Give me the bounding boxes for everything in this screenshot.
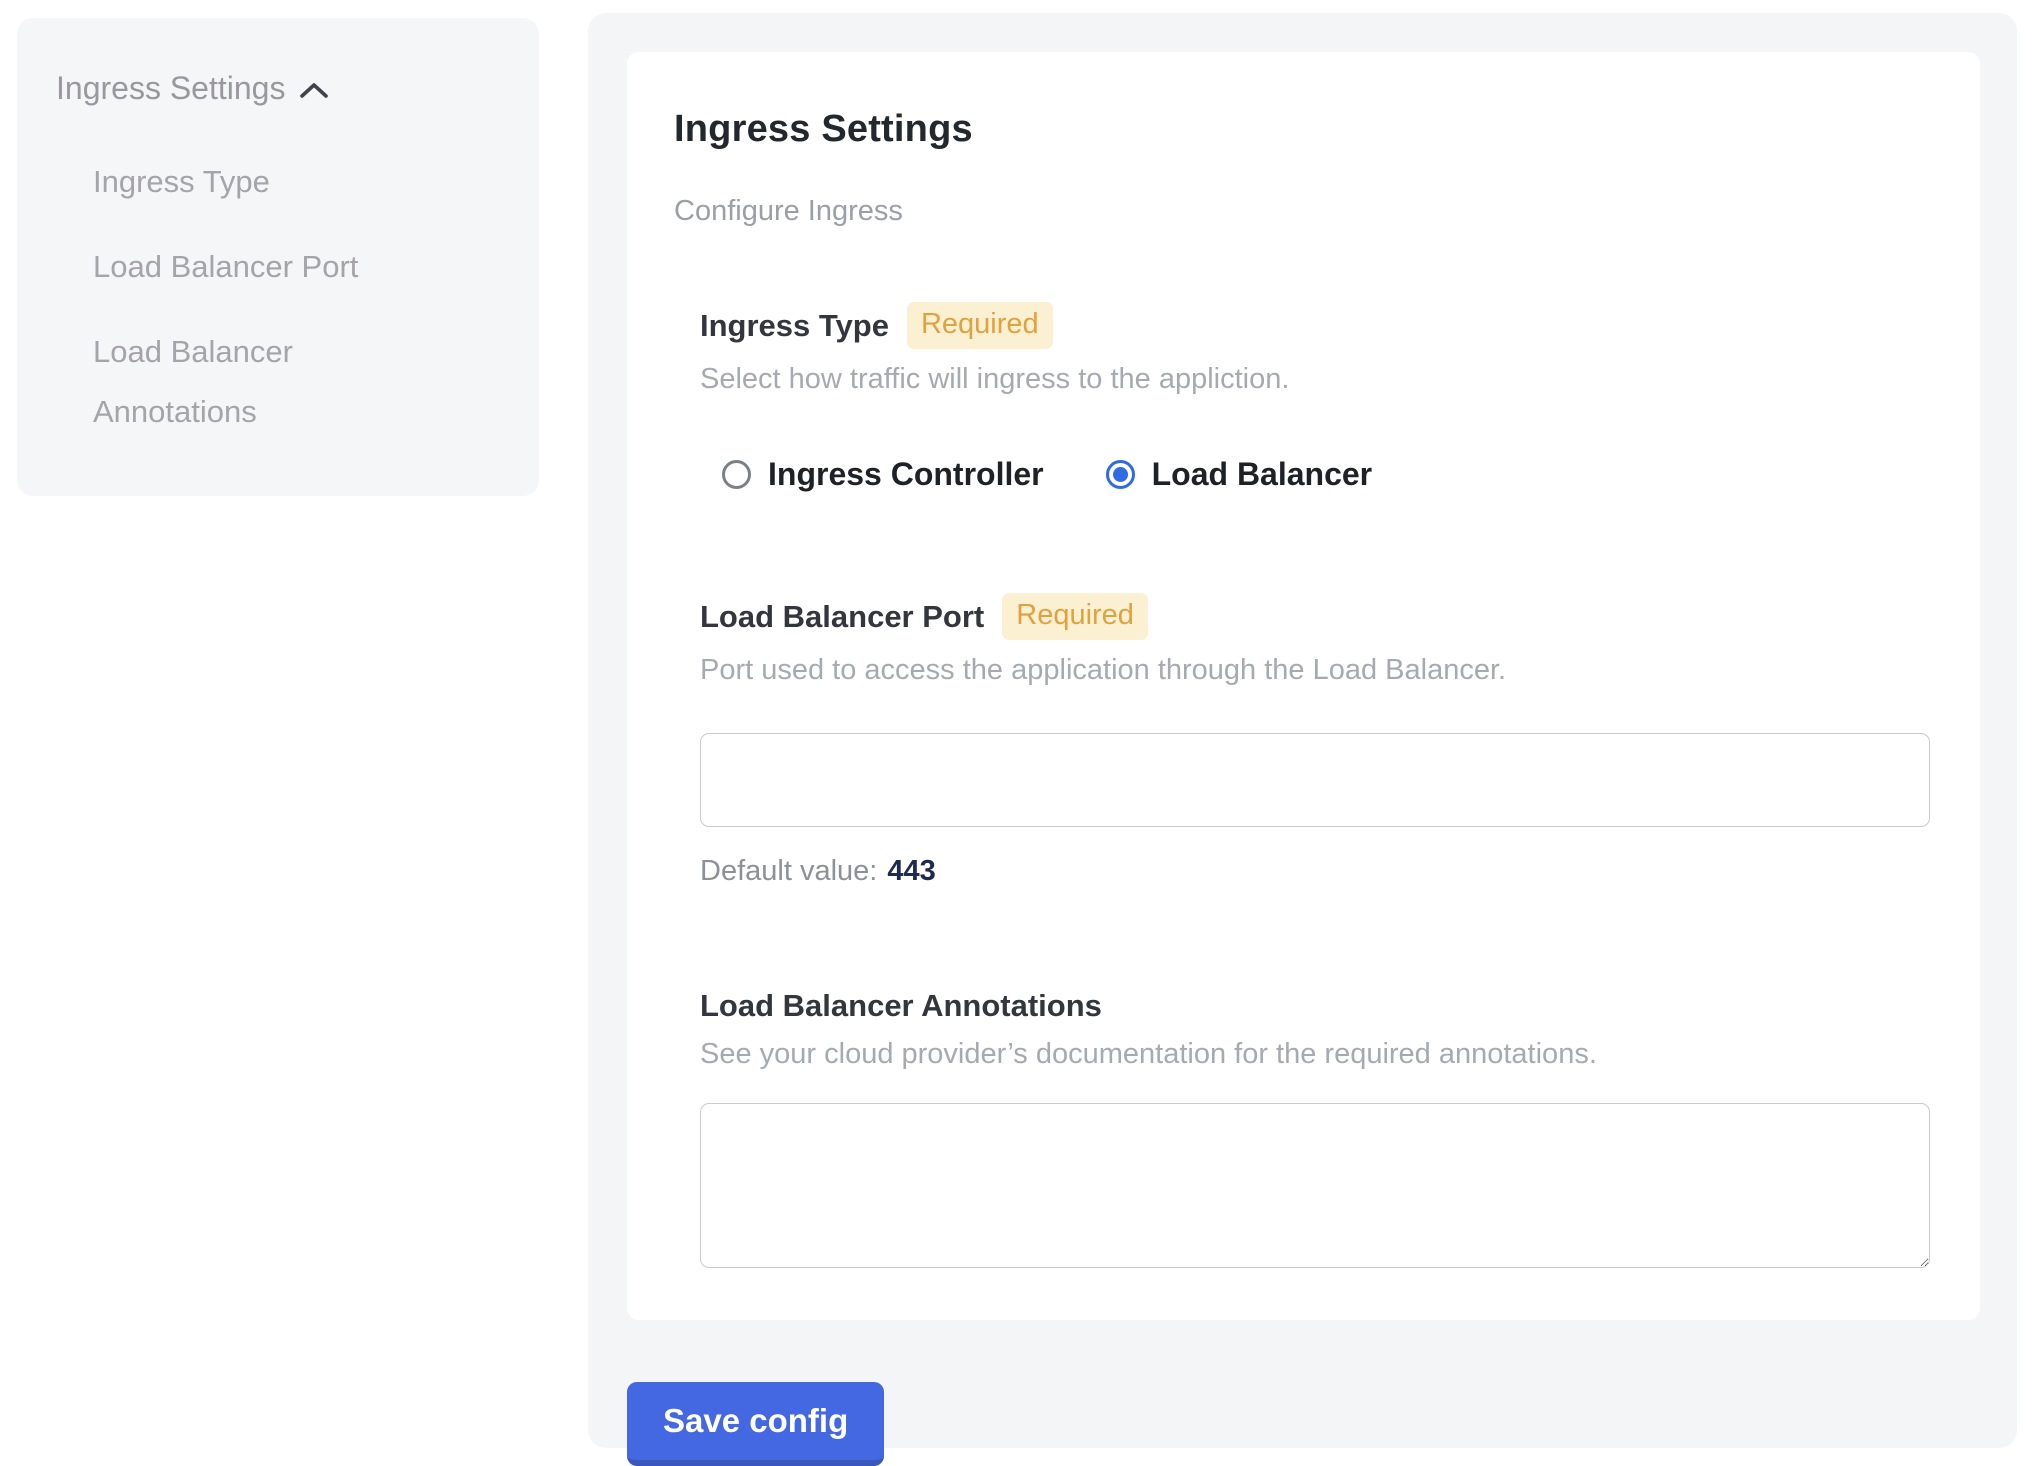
sidebar-item-load-balancer-annotations[interactable]: Load Balancer Annotations xyxy=(93,322,423,442)
radio-circle-icon xyxy=(722,460,751,489)
radio-label: Load Balancer xyxy=(1152,456,1373,493)
ingress-type-description: Select how traffic will ingress to the a… xyxy=(700,363,1930,396)
section-ingress-type: Ingress Type Required Select how traffic… xyxy=(674,302,1930,493)
ingress-type-heading: Ingress Type xyxy=(700,308,889,344)
page-title: Ingress Settings xyxy=(674,108,1930,151)
section-load-balancer-annotations: Load Balancer Annotations See your cloud… xyxy=(674,988,1930,1268)
ingress-settings-card: Ingress Settings Configure Ingress Ingre… xyxy=(627,52,1980,1320)
default-value-note: Default value: 443 xyxy=(700,855,1930,888)
load-balancer-port-input[interactable] xyxy=(700,733,1930,827)
load-balancer-annotations-description: See your cloud provider’s documentation … xyxy=(700,1038,1930,1071)
main-panel: Ingress Settings Configure Ingress Ingre… xyxy=(588,13,2017,1448)
load-balancer-annotations-textarea[interactable] xyxy=(700,1103,1930,1268)
radio-ingress-controller[interactable]: Ingress Controller xyxy=(722,456,1044,493)
save-config-button[interactable]: Save config xyxy=(627,1382,884,1466)
required-badge: Required xyxy=(907,302,1053,349)
sidebar-section-label: Ingress Settings xyxy=(56,70,285,107)
radio-circle-icon xyxy=(1106,460,1135,489)
required-badge: Required xyxy=(1002,593,1148,640)
ingress-type-radio-group: Ingress Controller Load Balancer xyxy=(700,456,1930,493)
default-value: 443 xyxy=(887,855,935,887)
load-balancer-port-heading: Load Balancer Port xyxy=(700,599,984,635)
sidebar-item-list: Ingress Type Load Balancer Port Load Bal… xyxy=(93,152,509,442)
radio-label: Ingress Controller xyxy=(768,456,1044,493)
default-value-label: Default value: xyxy=(700,855,877,887)
sidebar-item-ingress-type[interactable]: Ingress Type xyxy=(93,152,423,212)
load-balancer-port-description: Port used to access the application thro… xyxy=(700,654,1930,687)
sidebar-item-load-balancer-port[interactable]: Load Balancer Port xyxy=(93,237,423,297)
sidebar-section-ingress-settings[interactable]: Ingress Settings xyxy=(56,70,509,107)
settings-sidebar: Ingress Settings Ingress Type Load Balan… xyxy=(17,18,539,496)
section-load-balancer-port: Load Balancer Port Required Port used to… xyxy=(674,593,1930,888)
load-balancer-annotations-heading: Load Balancer Annotations xyxy=(700,988,1102,1024)
page-subtitle: Configure Ingress xyxy=(674,195,1930,228)
radio-load-balancer[interactable]: Load Balancer xyxy=(1106,456,1373,493)
chevron-up-icon xyxy=(299,81,329,101)
